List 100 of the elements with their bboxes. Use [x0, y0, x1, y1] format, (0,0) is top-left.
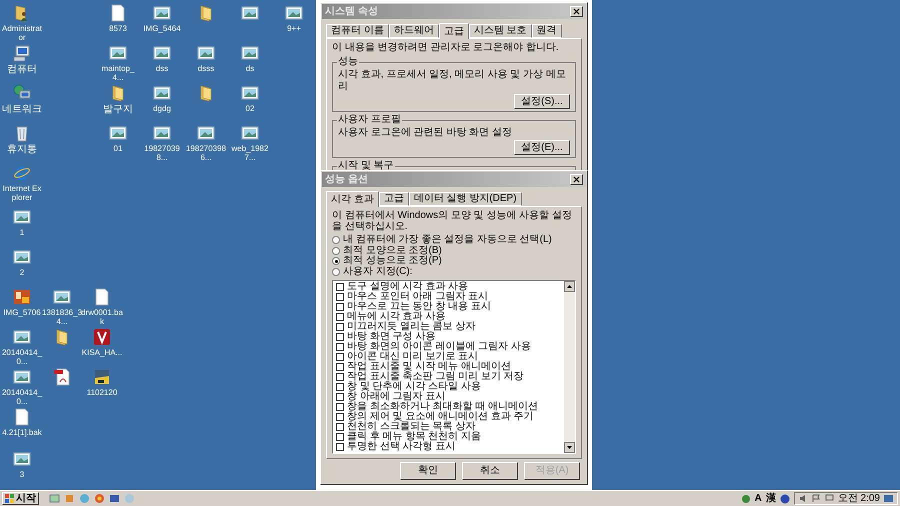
- start-button[interactable]: 시작: [2, 492, 39, 505]
- image-file-icon: [13, 368, 31, 386]
- ime-mode-indicator[interactable]: A: [754, 493, 762, 504]
- checkbox-option[interactable]: 메뉴에 시각 효과 사용: [336, 312, 561, 322]
- desktop-shortcut[interactable]: 4.21[1].bak: [1, 408, 43, 437]
- desktop-shortcut[interactable]: 01: [97, 124, 139, 153]
- tab[interactable]: 시각 효과: [326, 191, 379, 207]
- flag-icon[interactable]: [812, 494, 821, 503]
- radio-button[interactable]: [332, 236, 340, 244]
- tab[interactable]: 하드웨어: [388, 24, 439, 38]
- monitor-icon[interactable]: [824, 494, 834, 503]
- desktop-shortcut[interactable]: ds: [229, 44, 271, 73]
- speaker-icon[interactable]: [798, 494, 808, 503]
- desktop-shortcut[interactable]: web_19827...: [229, 124, 271, 162]
- desktop-shortcut[interactable]: 3: [1, 450, 43, 479]
- checkbox-option[interactable]: 창을 최소화하거나 최대화할 때 애니메이션: [336, 402, 561, 412]
- radio-option[interactable]: 내 컴퓨터에 가장 좋은 설정을 자동으로 선택(L): [332, 235, 576, 246]
- desktop-shortcut[interactable]: dss: [141, 44, 183, 73]
- checkbox[interactable]: [336, 303, 344, 311]
- checkbox[interactable]: [336, 343, 344, 351]
- checkbox[interactable]: [336, 433, 344, 441]
- desktop-shortcut[interactable]: IMG_5464: [141, 4, 183, 33]
- radio-button[interactable]: [332, 268, 340, 276]
- dialog-button[interactable]: 취소: [462, 462, 518, 480]
- show-desktop-icon[interactable]: [884, 494, 893, 503]
- desktop-shortcut[interactable]: 9++: [273, 4, 315, 33]
- desktop-shortcut[interactable]: 컴퓨터: [1, 44, 43, 75]
- checkbox[interactable]: [336, 353, 344, 361]
- checkbox[interactable]: [336, 283, 344, 291]
- desktop-shortcut[interactable]: drw0001.bak: [81, 288, 123, 326]
- checkbox-option[interactable]: 창 및 단추에 시각 스타일 사용: [336, 382, 561, 392]
- checkbox-option[interactable]: 미끄러지듯 열리는 콤보 상자: [336, 322, 561, 332]
- desktop-shortcut[interactable]: 휴지통: [1, 124, 43, 155]
- radio-button[interactable]: [332, 257, 340, 266]
- window-icon[interactable]: [109, 493, 120, 504]
- dialog-button[interactable]: 확인: [400, 462, 456, 480]
- image-file-icon: [241, 4, 259, 22]
- checkbox-option[interactable]: 마우스로 끄는 동안 창 내용 표시: [336, 302, 561, 312]
- desktop-shortcut[interactable]: 8573: [97, 4, 139, 33]
- checkbox[interactable]: [336, 443, 344, 451]
- desktop-shortcut[interactable]: 1381836_34...: [41, 288, 83, 326]
- desktop-shortcut[interactable]: Administrator: [1, 4, 43, 42]
- desktop-shortcut[interactable]: maintop_4...: [97, 44, 139, 82]
- desktop-shortcut[interactable]: 네트워크: [1, 84, 43, 115]
- close-button[interactable]: [570, 6, 583, 17]
- checkbox[interactable]: [336, 423, 344, 431]
- checkbox[interactable]: [336, 403, 344, 411]
- checkbox-option[interactable]: 마우스 포인터 아래 그림자 표시: [336, 292, 561, 302]
- tab[interactable]: 데이터 실행 방지(DEP): [408, 192, 522, 206]
- desktop-shortcut[interactable]: dgdg: [141, 84, 183, 113]
- desktop-shortcut[interactable]: 02: [229, 84, 271, 113]
- checkbox[interactable]: [336, 363, 344, 371]
- radio-option[interactable]: 사용자 지정(C):: [332, 266, 576, 277]
- checkbox[interactable]: [336, 393, 344, 401]
- checkbox-option[interactable]: 아이콘 대신 미리 보기로 표시: [336, 352, 561, 362]
- desktop-shortcut[interactable]: 20140414_0...: [1, 368, 43, 406]
- checkbox-option[interactable]: 클릭 후 메뉴 항목 천천히 지움: [336, 432, 561, 442]
- desktop-shortcut[interactable]: KISA_HA...: [81, 328, 123, 357]
- scrollbar[interactable]: [564, 281, 575, 453]
- hanja-indicator[interactable]: 漢: [766, 493, 776, 504]
- dialog-button[interactable]: 설정(S)...: [514, 94, 570, 109]
- checkbox[interactable]: [336, 373, 344, 381]
- checkbox-option[interactable]: 도구 설명에 시각 효과 사용: [336, 282, 561, 292]
- checkbox[interactable]: [336, 293, 344, 301]
- desktop-shortcut[interactable]: 198270398...: [141, 124, 183, 162]
- checkbox-option[interactable]: 창의 제어 및 요소에 애니메이션 효과 주기: [336, 412, 561, 422]
- help-icon[interactable]: [780, 494, 790, 504]
- checkbox-option[interactable]: 바탕 화면의 아이콘 레이블에 그림자 사용: [336, 342, 561, 352]
- desktop-shortcut[interactable]: 1982703986...: [185, 124, 227, 162]
- radio-option[interactable]: 최적 모양으로 조정(B): [332, 246, 576, 256]
- tab[interactable]: 고급: [438, 23, 469, 39]
- checkbox[interactable]: [336, 413, 344, 421]
- tab[interactable]: 컴퓨터 이름: [326, 24, 389, 38]
- checkbox-option[interactable]: 바탕 화면 구성 사용: [336, 332, 561, 342]
- dialog-button[interactable]: 설정(E)...: [514, 140, 570, 155]
- checkbox-option[interactable]: 작업 표시줄 및 시작 메뉴 애니메이션: [336, 362, 561, 372]
- checkbox[interactable]: [336, 323, 344, 331]
- desktop-shortcut[interactable]: dsss: [185, 44, 227, 73]
- clock[interactable]: 오전 2:09: [838, 493, 880, 504]
- desktop-shortcut[interactable]: Internet Explorer: [1, 164, 43, 202]
- tab[interactable]: 고급: [378, 192, 409, 206]
- desktop-shortcut[interactable]: IMG_5706: [1, 288, 43, 317]
- checkbox-option[interactable]: 투명한 선택 사각형 표시: [336, 442, 561, 452]
- checkbox[interactable]: [336, 383, 344, 391]
- desktop-icon[interactable]: [49, 493, 60, 504]
- desktop-shortcut[interactable]: 발구지: [97, 84, 139, 115]
- desktop-shortcut[interactable]: 2: [1, 248, 43, 277]
- tab[interactable]: 시스템 보호: [468, 24, 532, 38]
- tab[interactable]: 원격: [532, 24, 562, 38]
- desktop-shortcut[interactable]: 20140414_0...: [1, 328, 43, 366]
- desktop-shortcut[interactable]: 1102120: [81, 368, 123, 397]
- checkbox[interactable]: [336, 313, 344, 321]
- checkbox-option[interactable]: 작업 표시줄 축소판 그림 미리 보기 저장: [336, 372, 561, 382]
- close-button[interactable]: [570, 174, 583, 185]
- checkbox-option[interactable]: 창 아래에 그림자 표시: [336, 392, 561, 402]
- desktop-shortcut[interactable]: 1: [1, 208, 43, 237]
- checkbox-option[interactable]: 천천히 스크롤되는 목록 상자: [336, 422, 561, 432]
- radio-option[interactable]: 최적 성능으로 조정(P): [332, 256, 576, 266]
- radio-button[interactable]: [332, 246, 340, 255]
- checkbox[interactable]: [336, 333, 344, 341]
